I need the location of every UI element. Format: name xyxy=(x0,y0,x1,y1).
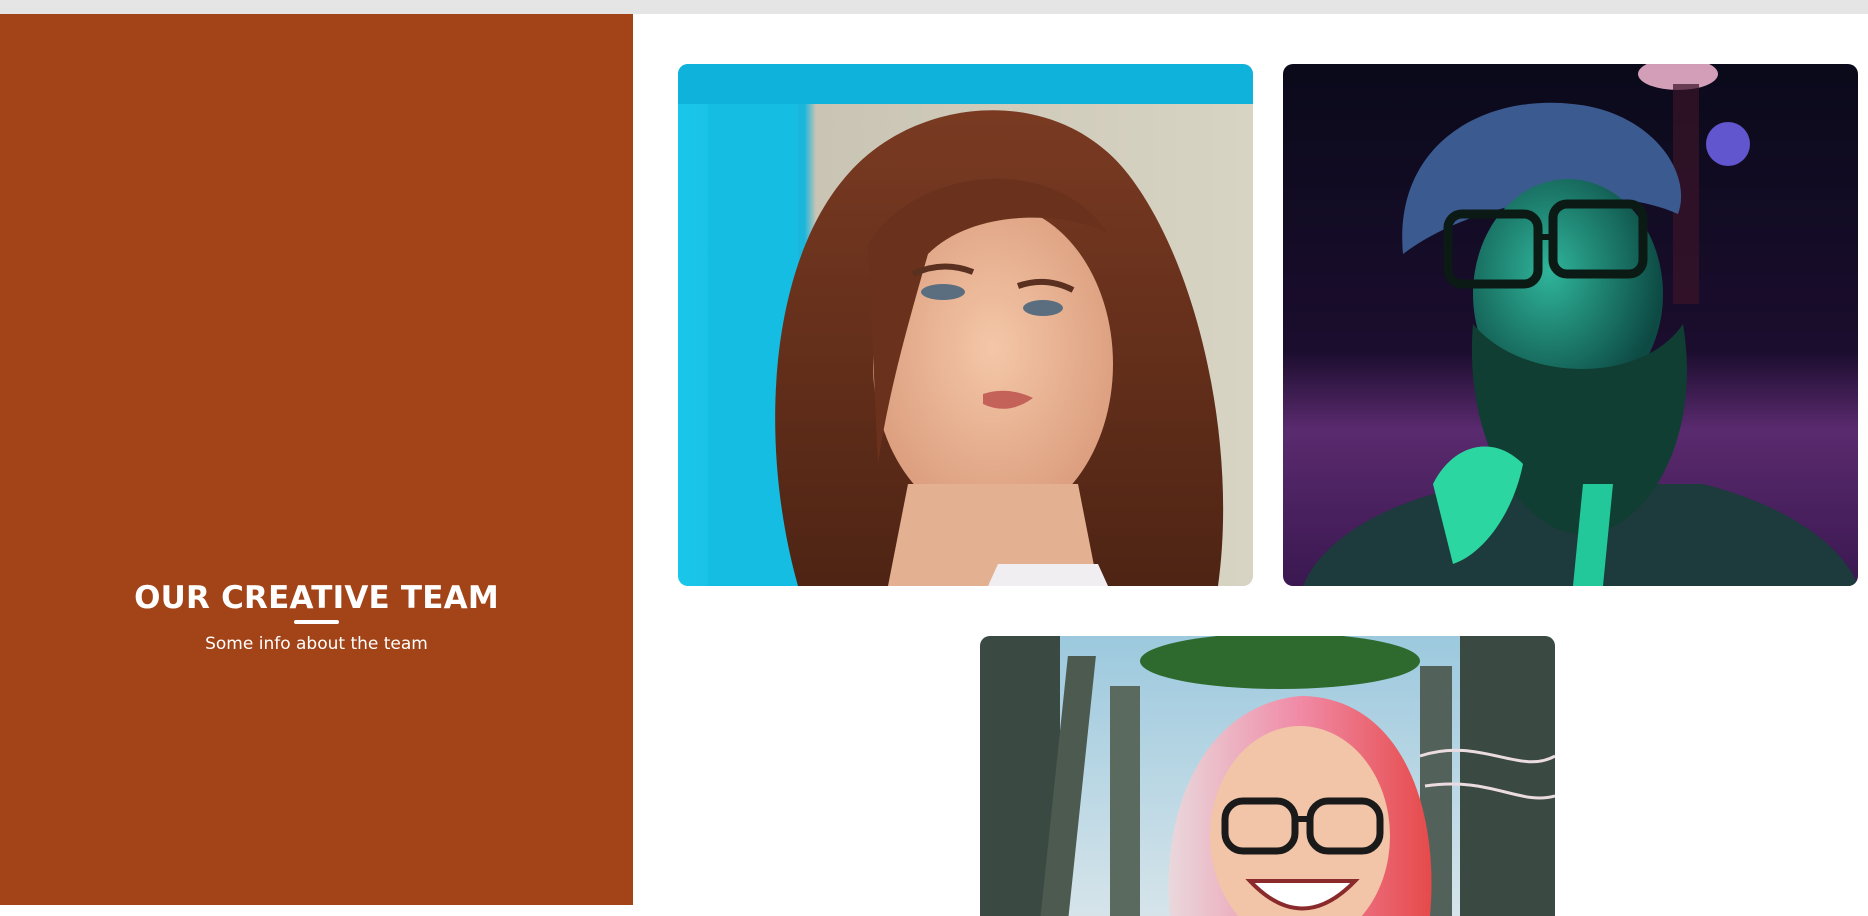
team-photo-woman-red-hair[interactable] xyxy=(678,64,1253,586)
browser-top-strip xyxy=(0,0,1868,14)
portrait-image xyxy=(678,64,1253,586)
portrait-image xyxy=(1283,64,1858,586)
title-underline xyxy=(294,620,339,624)
section-title: OUR CREATIVE TEAM xyxy=(134,580,499,616)
portrait-image xyxy=(980,636,1555,916)
section-subtitle: Some info about the team xyxy=(205,634,428,654)
team-photo-woman-pink-hair[interactable] xyxy=(980,636,1555,916)
team-hero-panel: OUR CREATIVE TEAM Some info about the te… xyxy=(0,14,633,905)
team-photo-bearded-man[interactable] xyxy=(1283,64,1858,586)
